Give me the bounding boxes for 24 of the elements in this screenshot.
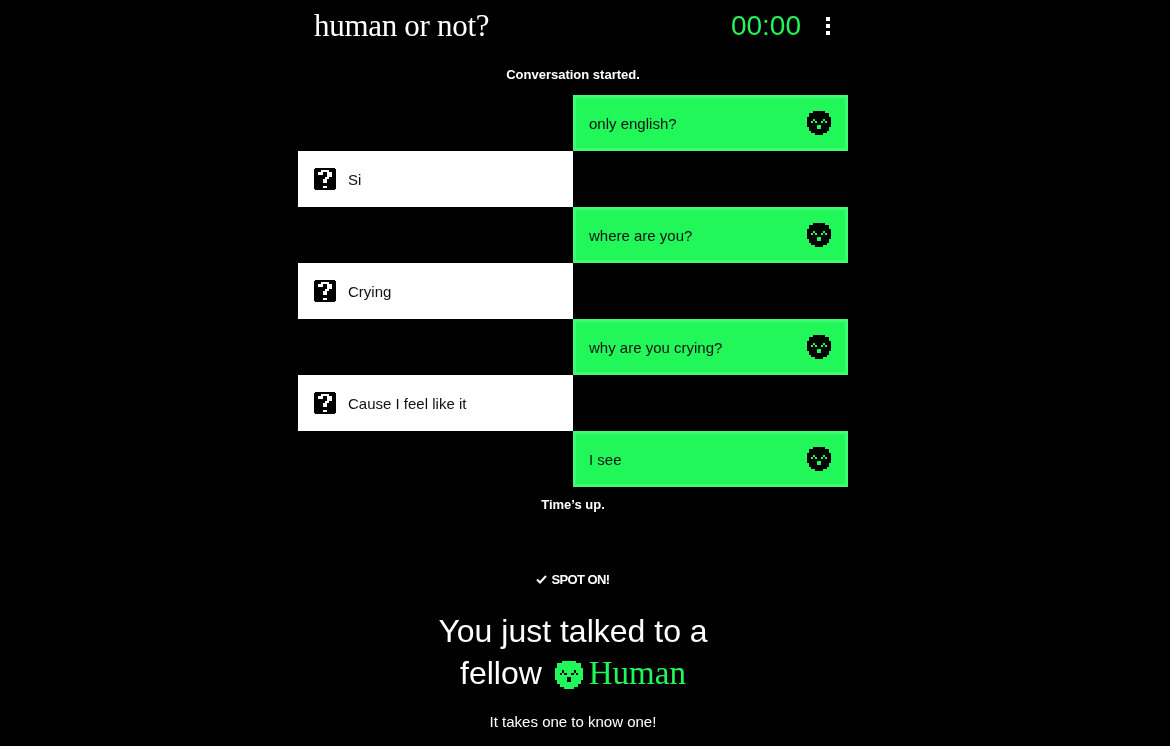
pixel-face-icon	[807, 335, 831, 359]
pixel-face-icon	[807, 111, 831, 135]
pixel-face-icon	[554, 661, 583, 689]
result-headline: You just talked to a fellow Human	[437, 612, 709, 693]
message-text: Crying	[348, 282, 392, 300]
message-text: I see	[589, 450, 622, 468]
message-text: where are you?	[589, 226, 693, 244]
pixel-face-icon	[807, 447, 831, 471]
check-icon	[536, 574, 548, 584]
message-text: Cause I feel like it	[348, 394, 467, 412]
app-title: human or not?	[314, 8, 490, 44]
question-mark-icon	[314, 392, 336, 414]
verdict-label: SPOT ON!	[551, 571, 610, 587]
pixel-face-icon	[807, 223, 831, 247]
timer: 00:00	[730, 10, 801, 42]
more-menu-icon[interactable]	[825, 17, 831, 35]
status-note: Conversation started.	[506, 66, 640, 84]
message-text: Si	[348, 170, 362, 188]
message-text: only english?	[589, 114, 677, 132]
question-mark-icon	[314, 168, 336, 190]
result-note: It takes one to know one!	[489, 712, 657, 732]
message-text: why are you crying?	[589, 338, 723, 356]
status-note: Time’s up.	[541, 496, 605, 514]
question-mark-icon	[314, 280, 336, 302]
